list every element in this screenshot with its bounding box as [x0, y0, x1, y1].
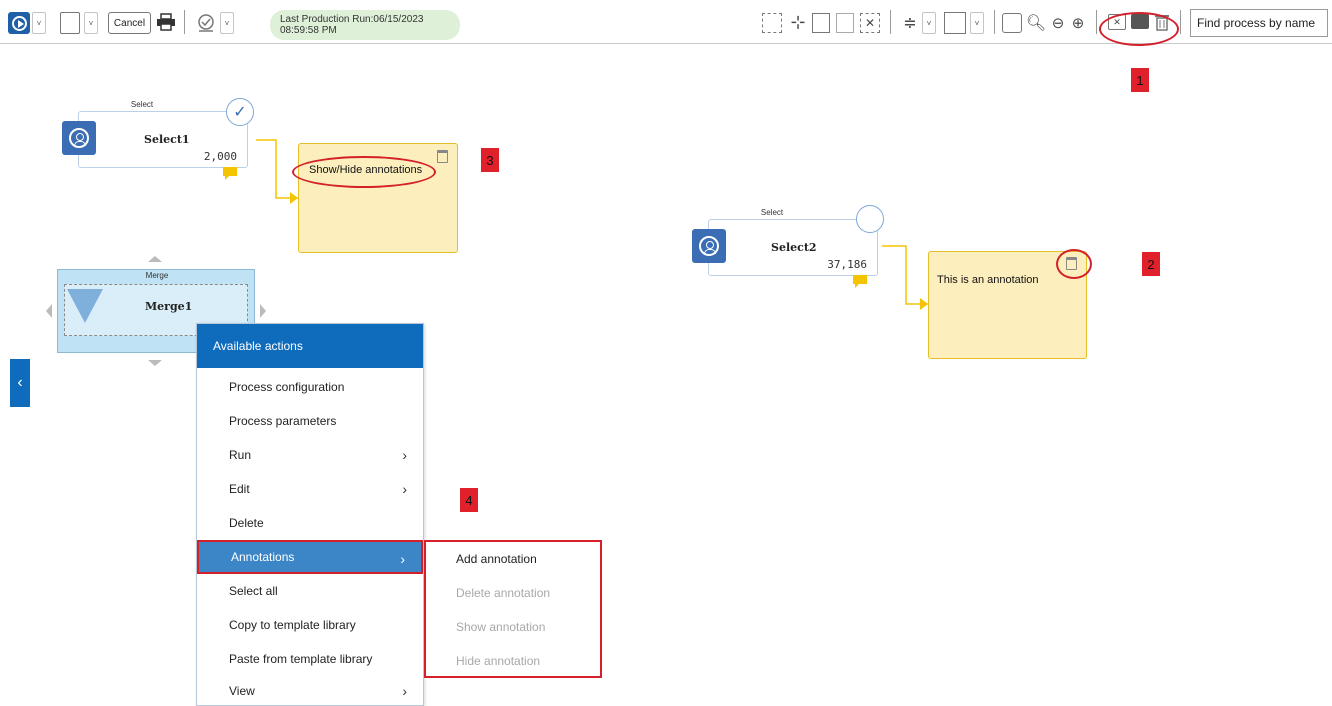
menu-item-label: Process configuration — [229, 380, 345, 394]
zoom-in-icon[interactable]: ⊕ — [1068, 12, 1088, 34]
select1-title: Select1 — [144, 133, 190, 146]
menu-item-delete[interactable]: Delete — [197, 506, 423, 540]
zoom-out-icon[interactable]: ⊖ — [1048, 12, 1068, 34]
menu-item-label: View — [229, 684, 255, 698]
print-icon[interactable] — [156, 13, 176, 31]
align-dropdown[interactable]: ˅ — [922, 12, 936, 34]
fit-to-screen-icon[interactable] — [1002, 13, 1022, 33]
menu-item-view[interactable]: View › — [197, 674, 423, 706]
select1-count: 2,000 — [203, 150, 237, 163]
zoom-100-icon[interactable]: 🔍︎ — [1026, 12, 1046, 34]
align-icon[interactable]: ≑ — [900, 12, 920, 34]
select2-caption: Select — [760, 208, 784, 217]
move-left-arrow-icon[interactable] — [46, 304, 52, 318]
select1-node[interactable]: Select1 2,000 — [78, 111, 248, 168]
submenu-show-annotation: Show annotation — [456, 620, 546, 634]
process-search-input[interactable]: Find process by name — [1190, 9, 1328, 37]
annotations-submenu: Add annotation Delete annotation Show an… — [424, 540, 602, 678]
callout-marker-1: 1 — [1131, 68, 1149, 92]
cancel-button[interactable]: Cancel — [108, 12, 151, 34]
move-down-arrow-icon[interactable] — [148, 360, 162, 366]
merge1-title: Merge1 — [145, 300, 193, 313]
annotation-connector — [882, 245, 928, 310]
select2-node[interactable]: Select2 37,186 — [708, 219, 878, 276]
validate-icon[interactable] — [196, 12, 216, 34]
delete-selection-icon[interactable]: ✕ — [860, 13, 880, 33]
select2-user-icon — [692, 229, 726, 263]
annotation-2-text: This is an annotation — [937, 274, 1039, 286]
trash-icon[interactable] — [437, 150, 448, 163]
toolbar-divider — [184, 10, 185, 34]
menu-item-label: Run — [229, 448, 252, 462]
menu-item-label: Process parameters — [229, 414, 337, 428]
save-icon[interactable] — [60, 12, 80, 34]
menu-item-process-configuration[interactable]: Process configuration — [197, 370, 423, 404]
last-run-date: Last Production Run:06/15/2023 — [280, 14, 424, 25]
menu-item-run[interactable]: Run › — [197, 438, 423, 472]
copy-icon[interactable] — [812, 13, 830, 33]
layout-dropdown[interactable]: ˅ — [970, 12, 984, 34]
callout-marker-4: 4 — [460, 488, 478, 512]
menu-item-label: Select all — [229, 584, 278, 598]
select-region-icon[interactable] — [762, 13, 782, 33]
menu-item-paste-from-template[interactable]: Paste from template library — [197, 642, 423, 676]
callout-marker-3: 3 — [481, 148, 499, 172]
toolbar-divider — [994, 10, 995, 34]
select1-caption: Select — [130, 100, 154, 109]
status-circle-icon — [856, 205, 884, 233]
toolbar-divider — [890, 10, 891, 34]
context-menu-header: Available actions — [197, 324, 423, 368]
last-run-text: Last Production Run:06/15/2023 08:59:58 … — [280, 14, 423, 36]
menu-item-label: Edit — [229, 482, 250, 496]
callout-ring-trash — [1056, 249, 1092, 279]
move-up-arrow-icon[interactable] — [148, 256, 162, 262]
check-icon: ✓ — [226, 98, 254, 126]
layout-icon[interactable] — [944, 12, 966, 34]
chevron-right-icon: › — [402, 447, 407, 463]
collapse-panel-button[interactable]: ‹ — [10, 359, 30, 407]
submenu-add-annotation[interactable]: Add annotation — [426, 542, 600, 576]
print-icon-graphic — [157, 13, 175, 31]
menu-item-select-all[interactable]: Select all — [197, 574, 423, 608]
validate-dropdown[interactable]: ˅ — [220, 12, 234, 34]
select2-count: 37,186 — [827, 258, 867, 271]
menu-item-label: Copy to template library — [229, 618, 356, 632]
menu-item-label: Annotations — [231, 550, 295, 564]
menu-item-label: Delete — [229, 516, 264, 530]
callout-ring-annotation — [292, 156, 436, 188]
select1-user-icon — [62, 121, 96, 155]
select2-title: Select2 — [771, 241, 817, 254]
menu-item-process-parameters[interactable]: Process parameters — [197, 404, 423, 438]
save-dropdown[interactable]: ˅ — [84, 12, 98, 34]
toolbar-divider — [1096, 10, 1097, 34]
callout-marker-2: 2 — [1142, 252, 1160, 276]
connect-icon[interactable]: ⊹ — [788, 12, 808, 32]
toolbar-divider — [1180, 10, 1181, 34]
callout-ring-toolbar — [1099, 12, 1179, 46]
process-canvas-app: ˅ ˅ Cancel ˅ Last Production Run:06/15/2… — [0, 0, 1332, 706]
validate-icon-graphic — [198, 14, 214, 32]
chevron-right-icon: › — [402, 683, 407, 699]
merge1-caption: Merge — [145, 271, 169, 280]
menu-item-annotations[interactable]: Annotations › — [197, 540, 423, 574]
play-icon — [11, 15, 27, 31]
menu-item-label: Paste from template library — [229, 652, 373, 666]
last-run-status: Last Production Run:06/15/2023 08:59:58 … — [270, 10, 460, 40]
submenu-delete-annotation: Delete annotation — [456, 586, 551, 600]
context-menu: Available actions Process configuration … — [196, 323, 424, 706]
run-dropdown[interactable]: ˅ — [32, 12, 46, 34]
annotation-flag-icon[interactable] — [853, 275, 867, 288]
paste-icon[interactable] — [836, 13, 854, 33]
submenu-hide-annotation: Hide annotation — [456, 654, 541, 668]
chevron-right-icon: › — [402, 481, 407, 497]
last-run-time: 08:59:58 PM — [280, 25, 337, 36]
merge-icon — [67, 289, 103, 323]
chevron-right-icon: › — [400, 551, 405, 567]
annotation-flag-icon[interactable] — [223, 167, 237, 180]
run-button[interactable] — [8, 12, 30, 34]
move-right-arrow-icon[interactable] — [260, 304, 266, 318]
menu-item-copy-to-template[interactable]: Copy to template library — [197, 608, 423, 642]
menu-item-edit[interactable]: Edit › — [197, 472, 423, 506]
